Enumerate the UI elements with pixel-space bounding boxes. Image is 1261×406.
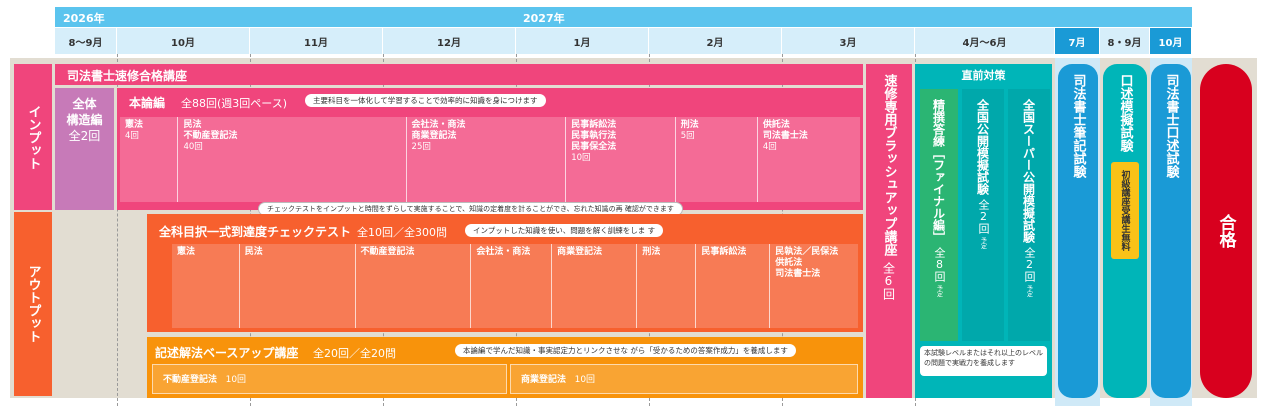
honron-count: 全88回(週3回ペース) (181, 97, 288, 110)
mock-exam-badge: 初級講座受講生無料 (1111, 162, 1139, 259)
month-7: 7月 (1055, 28, 1100, 54)
honron-note: 主要科目を一体化して学習することで効率的に知識を身につけます (305, 94, 546, 107)
check-kaisha: 会社法・商法 (471, 244, 553, 328)
mock-exam-title: 口述模擬試験 (1117, 74, 1133, 152)
zenkoku-box: 全国公開模擬試験 全2回 予定 (962, 89, 1004, 341)
month-8-9: 8～9月 (55, 28, 117, 54)
month-10: 10月 (117, 28, 250, 54)
kijutsu-count: 全20回／全20問 (313, 347, 396, 360)
month-2: 2月 (649, 28, 782, 54)
month-3: 3月 (782, 28, 915, 54)
month-8-9b: 8・9月 (1100, 28, 1150, 54)
year-2027: 2027年 (523, 12, 565, 25)
check-minso: 民事訴訟法 (696, 244, 771, 328)
zenkoku-count: 全2回 (977, 199, 990, 234)
course-title: 司法書士速修合格講座 (67, 69, 188, 83)
final-title: 精撰答練［ファイナル編］ (931, 99, 946, 243)
zentai-line2: 構造編 (66, 113, 103, 127)
month-4-6: 4月～6月 (915, 28, 1055, 54)
brushup-count: 全6回 (881, 262, 896, 300)
chokuzen-header: 直前対策 (915, 64, 1052, 85)
subject-kenpo: 憲法 4回 (120, 117, 179, 202)
brushup-title: 速修専用ブラッシュアップ講座 (881, 74, 897, 256)
zenkoku-title: 全国公開模擬試験 (975, 99, 990, 195)
kijutsu-note: 本論編で学んだ知識・事実認定力とリンクさせな がら「受かるための答案作成力」を養… (455, 344, 796, 357)
course-title-bar: 司法書士速修合格講座 (55, 64, 863, 85)
written-exam: 司法書士筆記試験 (1058, 64, 1098, 398)
subject-minso: 民事訴訟法 民事執行法 民事保全法 10回 (566, 117, 676, 202)
final-box: 精撰答練［ファイナル編］ 全8回 予定 (920, 89, 958, 341)
chokuzen-note: 本試験レベルまたはそれ以上のレベルの問題で実戦力を養成します (920, 346, 1047, 376)
super-count: 全2回 (1023, 247, 1036, 282)
check-kenpo: 憲法 (172, 244, 240, 328)
check-shogyo: 商業登記法 (552, 244, 638, 328)
chokuzen-title: 直前対策 (961, 69, 1006, 82)
final-count: 全8回 (933, 247, 946, 282)
kijutsu-item-shogyo: 商業登記法 10回 (510, 364, 858, 394)
oral-exam: 司法書士口述試験 (1151, 64, 1191, 398)
final-note: 予定 (935, 285, 943, 297)
kijutsu-item-fudosan: 不動産登記法 10回 (152, 364, 507, 394)
check-test-note2: インプットした知識を使い、問題を解く訓練をしま す (465, 224, 664, 237)
zentai-box: 全体 構造編 全2回 (55, 88, 114, 210)
pass-badge: 合格 (1200, 64, 1252, 398)
super-box: 全国スーパー公開模擬試験 全2回 予定 (1008, 89, 1050, 341)
mock-exam-box: 口述模擬試験 初級講座受講生無料 (1103, 64, 1147, 398)
month-12: 12月 (383, 28, 516, 54)
kijutsu-title: 記述解法ベースアップ講座 (155, 346, 299, 360)
subject-kyotaku: 供託法 司法書士法 4回 (762, 120, 808, 152)
year-bar: 2026年 2027年 (55, 7, 1192, 27)
month-10b: 10月 (1150, 28, 1192, 54)
zenkoku-note: 予定 (979, 237, 987, 249)
super-title: 全国スーパー公開模擬試験 (1021, 99, 1036, 243)
input-label: インプット (14, 64, 52, 210)
honron-subjects: 憲法 4回 民法 不動産登記法 40回 会社法・商法 商業登記法 25回 民事訴訟法 … (120, 117, 860, 202)
subject-keiho: 刑法 5回 (676, 117, 758, 202)
brushup-box: 速修専用ブラッシュアップ講座 全6回 (866, 64, 912, 398)
check-keiho: 刑法 (637, 244, 697, 328)
honron-title: 本論編 (129, 96, 166, 110)
output-label: アウトプット (14, 212, 52, 396)
month-1: 1月 (516, 28, 649, 54)
check-test-count: 全10回／全300問 (357, 226, 447, 239)
check-minpo: 民法 (240, 244, 356, 328)
super-note: 予定 (1025, 285, 1033, 297)
zentai-line3: 全2回 (68, 129, 101, 143)
subject-minpo: 民法 不動産登記法 40回 (178, 117, 407, 202)
check-fudosan: 不動産登記法 (356, 244, 472, 328)
year-2026: 2026年 (63, 12, 105, 25)
month-11: 11月 (250, 28, 383, 54)
check-minshu: 民執法／民保法 供託法 司法書士法 (775, 247, 839, 279)
check-test-title: 全科目択一式到達度チェックテスト (159, 225, 352, 239)
check-test-subjects: 憲法 民法 不動産登記法 会社法・商法 商業登記法 刑法 民事訴訟法 民執法／民… (172, 244, 858, 328)
subject-kaisha: 会社法・商法 商業登記法 25回 (407, 117, 567, 202)
zentai-line1: 全体 (72, 97, 97, 111)
